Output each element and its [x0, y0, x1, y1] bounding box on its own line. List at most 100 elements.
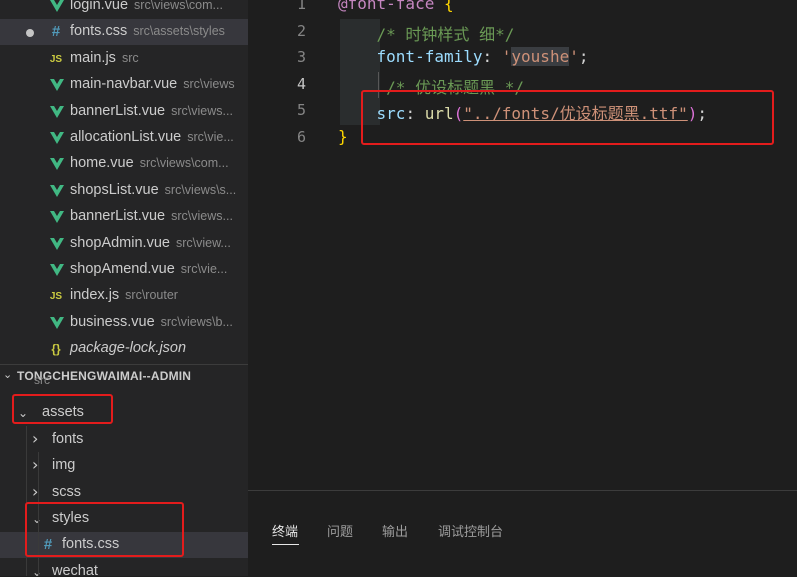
file-path: src\assets\styles: [133, 24, 225, 39]
panel-tab[interactable]: 终端: [272, 521, 298, 540]
open-editor-item[interactable]: {} package-lock.json: [0, 336, 248, 362]
js-icon: JS: [49, 53, 63, 65]
line-number: 4: [296, 74, 306, 93]
code-token: url: [424, 104, 454, 123]
indent-guide: [38, 452, 39, 576]
vue-icon: [50, 158, 64, 171]
tree-item-label: fonts.css: [62, 536, 120, 552]
file-name-label: fonts.css: [70, 23, 128, 40]
explorer-sidebar: login.vue src\views\com... # fonts.css src\a…: [0, 0, 248, 576]
open-editor-item[interactable]: shopAmend.vue src\vie...: [0, 257, 248, 283]
file-name: bannerList.vue src\views...: [70, 208, 233, 224]
panel-tab[interactable]: 问题: [327, 521, 353, 540]
vue-icon: [50, 0, 64, 12]
open-editor-item[interactable]: JS main.js src: [0, 46, 248, 72]
code-token: {: [443, 0, 454, 13]
file-name: login.vue src\views\com...: [70, 0, 223, 13]
unsaved-dot-icon[interactable]: [26, 29, 34, 38]
panel-tab[interactable]: 输出: [382, 521, 408, 540]
tree-item-label: fonts: [52, 431, 84, 447]
file-path: src: [121, 50, 139, 65]
vue-icon: [50, 211, 64, 224]
code-token: :: [482, 47, 502, 66]
code-token: font-family: [376, 47, 483, 66]
code-line[interactable]: @font-face {: [338, 0, 454, 13]
vue-icon: [50, 264, 64, 276]
code-token: :: [405, 104, 425, 123]
file-name: shopAdmin.vue src\view...: [70, 235, 231, 251]
file-name: shopAmend.vue src\vie...: [70, 261, 227, 277]
file-name-label: main.js: [70, 49, 116, 66]
chevron-right-icon[interactable]: ›: [32, 429, 38, 448]
file-name: allocationList.vue src\vie...: [70, 129, 234, 145]
open-editor-item[interactable]: home.vue src\views\com...: [0, 151, 248, 177]
code-token: ): [687, 104, 698, 123]
file-path: src\view...: [175, 235, 231, 250]
file-name: bannerList.vue src\views...: [70, 103, 233, 119]
file-path: src\views...: [171, 209, 233, 224]
file-path: src\views\b...: [160, 314, 233, 329]
code-line[interactable]: /* 时钟样式 细*/: [338, 21, 515, 45]
file-name-label: business.vue: [70, 313, 155, 330]
active-tab-indicator: [272, 544, 299, 545]
css-icon: #: [51, 23, 61, 41]
code-line[interactable]: }: [338, 127, 348, 146]
open-editor-item[interactable]: business.vue src\views\b...: [0, 310, 248, 336]
code-token: youshe: [511, 47, 570, 66]
chevron-down-icon[interactable]: ⌄: [18, 406, 28, 420]
bottom-panel: 终端 问题 输出 调试控制台: [248, 490, 797, 577]
code-line[interactable]: src: url("../fonts/优设标题黑.ttf");: [338, 100, 708, 124]
code-token: }: [338, 126, 348, 146]
code-token: "../fonts/优设标题黑.ttf": [463, 104, 688, 123]
code-token: (: [453, 104, 464, 123]
file-name: home.vue src\views\com...: [70, 155, 229, 171]
json-icon: {}: [51, 342, 61, 357]
open-editor-item[interactable]: main-navbar.vue src\views: [0, 72, 248, 98]
tree-file[interactable]: src: [0, 373, 248, 401]
file-name-label: login.vue: [70, 0, 129, 13]
open-editor-item[interactable]: bannerList.vue src\views...: [0, 204, 248, 230]
open-editor-item[interactable]: login.vue src\views\com...: [0, 0, 248, 19]
tree-folder[interactable]: ⌄ assets: [0, 400, 248, 426]
tree-item-label: wechat: [52, 563, 98, 576]
vue-icon: [50, 79, 64, 92]
file-path: src\router: [125, 288, 178, 303]
open-editor-item[interactable]: shopsList.vue src\views\s...: [0, 178, 248, 204]
tree-item-label: assets: [42, 404, 84, 420]
code-token: ': [569, 47, 579, 66]
tree-item-label: scss: [52, 484, 81, 500]
file-name: business.vue src\views\b...: [70, 314, 233, 330]
code-token: src: [376, 104, 406, 123]
file-path: src\vie...: [180, 262, 228, 276]
line-number: 5: [296, 101, 306, 119]
file-name-label: main-navbar.vue: [70, 76, 178, 93]
file-path: src\views\com...: [134, 0, 223, 12]
file-name: main.js src: [70, 50, 139, 66]
code-line[interactable]: font-family: 'youshe';: [338, 47, 588, 66]
open-editor-item[interactable]: bannerList.vue src\views...: [0, 99, 248, 125]
open-editor-item[interactable]: JS index.js src\router: [0, 283, 248, 309]
code-editor[interactable]: 1 @font-face {2 /* 时钟样式 细*/3 font-family:…: [248, 0, 797, 490]
open-editor-item[interactable]: allocationList.vue src\vie...: [0, 125, 248, 151]
tree-folder[interactable]: › fonts: [0, 427, 248, 453]
code-token: /* 优设标题黑 */: [386, 77, 524, 97]
line-number: 6: [296, 127, 306, 146]
file-name-label: bannerList.vue: [70, 208, 166, 225]
vue-icon: [50, 237, 64, 250]
panel-tab[interactable]: 调试控制台: [438, 521, 503, 540]
file-name: main-navbar.vue src\views: [70, 76, 235, 92]
file-name-label: bannerList.vue: [70, 102, 166, 119]
file-path: src\views: [183, 77, 235, 92]
line-number: 2: [296, 21, 306, 40]
code-token: @font-face: [338, 0, 435, 13]
open-editor-item[interactable]: # fonts.css src\assets\styles: [0, 19, 248, 46]
open-editor-item[interactable]: shopAdmin.vue src\view...: [0, 231, 248, 257]
tree-item-label: img: [52, 457, 76, 473]
tree-item-label: src: [34, 373, 50, 387]
code-line[interactable]: /* 优设标题黑 */: [338, 74, 524, 98]
